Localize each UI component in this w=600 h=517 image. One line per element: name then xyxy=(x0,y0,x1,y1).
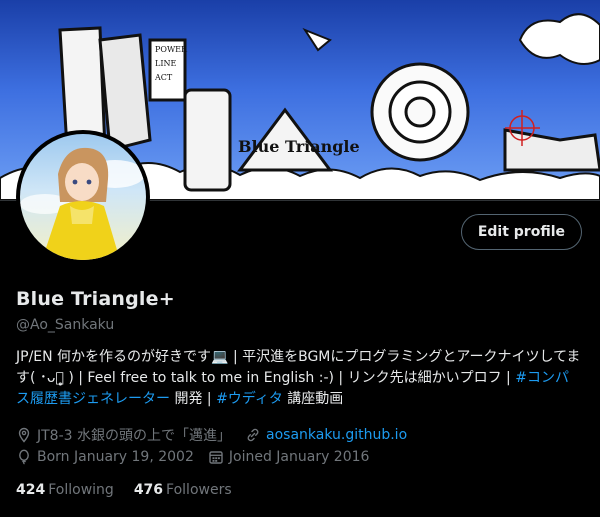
joined-text: Joined January 2016 xyxy=(228,449,370,465)
avatar-image xyxy=(20,134,146,260)
profile-bio: JP/EN 何かを作るのが好きです💻 | 平沢進をBGMにプログラミングとアーク… xyxy=(16,347,582,410)
link-icon xyxy=(245,427,261,443)
following-link[interactable]: 424 Following xyxy=(16,482,114,498)
location-text: JT8-3 水銀の頭の上で「邁進」 xyxy=(37,428,231,444)
followers-label: Followers xyxy=(166,482,232,498)
profile-meta-row-2: Born January 19, 2002 Joined January 201… xyxy=(16,449,383,465)
hashtag-wodita-link[interactable]: #ウディタ xyxy=(216,391,283,407)
followers-link[interactable]: 476 Followers xyxy=(134,482,232,498)
birthday-item: Born January 19, 2002 xyxy=(16,449,194,465)
calendar-icon xyxy=(208,449,224,465)
svg-text:POWER: POWER xyxy=(155,45,188,54)
bio-text-1: JP/EN 何かを作るのが好きです💻 | 平沢進をBGMにプログラミングとアーク… xyxy=(16,349,581,386)
user-handle: @Ao_Sankaku xyxy=(16,317,115,333)
follow-stats: 424 Following 476 Followers xyxy=(16,482,252,498)
balloon-icon xyxy=(16,449,32,465)
svg-text:ACT: ACT xyxy=(154,73,173,82)
location-item: JT8-3 水銀の頭の上で「邁進」 xyxy=(16,425,231,445)
following-label: Following xyxy=(48,482,114,498)
profile-avatar[interactable] xyxy=(16,130,150,264)
joined-item: Joined January 2016 xyxy=(208,449,370,465)
svg-text:Blue Triangle: Blue Triangle xyxy=(238,137,360,156)
display-name: Blue Triangle+ xyxy=(16,288,175,310)
svg-text:LINE: LINE xyxy=(155,59,176,68)
bio-text-3: 講座動画 xyxy=(282,391,344,407)
location-pin-icon xyxy=(16,427,32,443)
website-item[interactable]: aosankaku.github.io xyxy=(245,427,407,443)
bio-text-2: 開発 | xyxy=(170,391,217,407)
website-link[interactable]: aosankaku.github.io xyxy=(266,427,407,443)
birthday-text: Born January 19, 2002 xyxy=(37,449,194,465)
edit-profile-button[interactable]: Edit profile xyxy=(460,214,582,250)
followers-count: 476 xyxy=(133,482,164,498)
profile-meta-row-1: JT8-3 水銀の頭の上で「邁進」 aosankaku.github.io xyxy=(16,425,421,445)
following-count: 424 xyxy=(16,482,46,498)
